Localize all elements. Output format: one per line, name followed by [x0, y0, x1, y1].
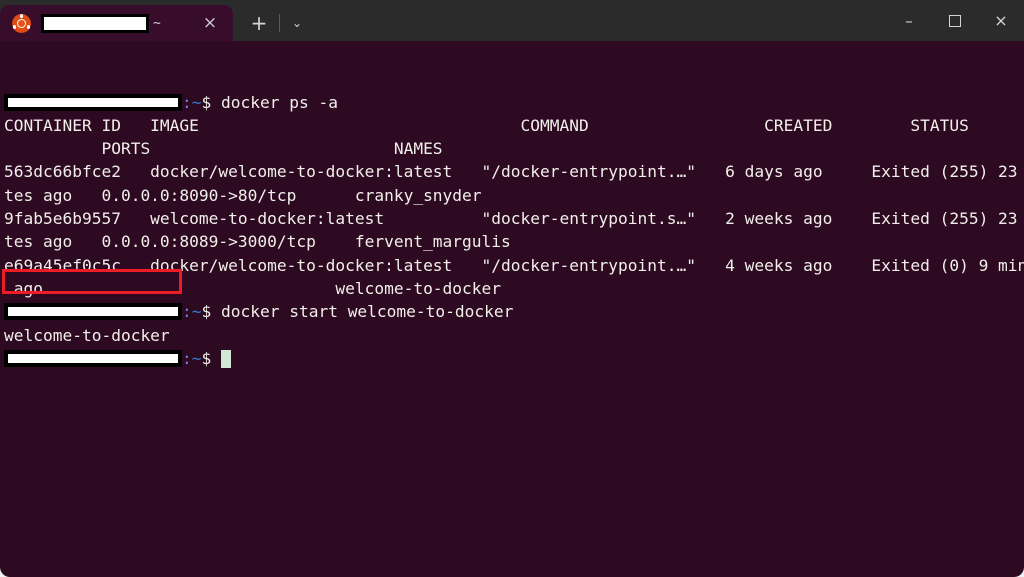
- terminal-output-line: 9fab5e6b9557 welcome-to-docker:latest "d…: [4, 207, 1024, 230]
- close-button[interactable]: ×: [978, 0, 1024, 41]
- terminal-prompt-line: :~$ docker start welcome-to-docker: [4, 300, 1024, 323]
- terminal-output-area[interactable]: :~$ docker ps -a CONTAINER ID IMAGE COMMA…: [0, 41, 1024, 440]
- prompt-user-redacted: [4, 93, 182, 111]
- terminal-tab[interactable]: ~ ×: [0, 5, 233, 41]
- terminal-output-line: e69a45ef0c5c docker/welcome-to-docker:la…: [4, 254, 1024, 277]
- window-titlebar[interactable]: ~ × + ⌄ – ×: [0, 0, 1024, 41]
- terminal-output-text: 9fab5e6b9557 welcome-to-docker:latest "d…: [4, 209, 1024, 229]
- prompt-sigil: $: [201, 348, 212, 368]
- prompt-colon: :: [182, 302, 192, 322]
- tab-title-suffix: ~: [153, 15, 161, 31]
- ubuntu-logo-icon: [12, 13, 31, 33]
- minimize-button[interactable]: –: [886, 0, 932, 41]
- terminal-output-text: tes ago 0.0.0.0:8089->3000/tcp fervent_m…: [4, 232, 511, 252]
- terminal-output-text: ago welcome-to-docker: [4, 278, 502, 298]
- tab-title-redacted: [41, 13, 149, 33]
- terminal-window: ~ × + ⌄ – × :~$ docker ps -a CONTAINER ID…: [0, 0, 1024, 577]
- prompt-user-redacted: [4, 303, 182, 321]
- maximize-icon: [949, 14, 961, 27]
- prompt-path: ~: [191, 348, 202, 368]
- new-tab-button[interactable]: +: [239, 5, 279, 41]
- prompt-sigil: $: [201, 302, 212, 322]
- maximize-button[interactable]: [932, 0, 978, 41]
- terminal-lines: :~$ docker ps -a CONTAINER ID IMAGE COMMA…: [4, 91, 1024, 371]
- terminal-output-line: 563dc66bfce2 docker/welcome-to-docker:la…: [4, 160, 1024, 183]
- terminal-prompt-line: :~$ docker ps -a: [4, 91, 1024, 114]
- terminal-output-text: CONTAINER ID IMAGE COMMAND CREATED STATU…: [4, 115, 969, 135]
- terminal-prompt-line: :~$: [4, 347, 1024, 370]
- terminal-command-text: docker ps -a: [211, 92, 338, 112]
- prompt-path: ~: [191, 92, 202, 112]
- highlighted-output-text: welcome-to-docker: [4, 325, 170, 345]
- terminal-command-text: docker start welcome-to-docker: [211, 302, 514, 322]
- terminal-cursor: [221, 349, 231, 368]
- prompt-colon: :: [182, 92, 192, 112]
- prompt-colon: :: [182, 348, 192, 368]
- tab-close-icon[interactable]: ×: [201, 14, 219, 32]
- terminal-output-text: 563dc66bfce2 docker/welcome-to-docker:la…: [4, 162, 1024, 182]
- terminal-output-line: tes ago 0.0.0.0:8089->3000/tcp fervent_m…: [4, 230, 1024, 253]
- window-controls: – ×: [886, 0, 1024, 41]
- terminal-command-text: [211, 349, 221, 368]
- close-icon: ×: [994, 11, 1008, 30]
- minimize-icon: –: [905, 11, 913, 30]
- terminal-output-line: ago welcome-to-docker: [4, 277, 1024, 300]
- terminal-output-line: CONTAINER ID IMAGE COMMAND CREATED STATU…: [4, 114, 1024, 137]
- terminal-output-text: PORTS NAMES: [4, 139, 443, 159]
- terminal-output-line: welcome-to-docker: [4, 324, 1024, 347]
- terminal-output-text: e69a45ef0c5c docker/welcome-to-docker:la…: [4, 255, 1024, 275]
- prompt-path: ~: [191, 302, 202, 322]
- terminal-output-text: tes ago 0.0.0.0:8090->80/tcp cranky_snyd…: [4, 185, 482, 205]
- prompt-sigil: $: [201, 92, 212, 112]
- prompt-user-redacted: [4, 349, 182, 367]
- terminal-output-line: PORTS NAMES: [4, 137, 1024, 160]
- terminal-output-line: tes ago 0.0.0.0:8090->80/tcp cranky_snyd…: [4, 184, 1024, 207]
- chevron-down-icon[interactable]: ⌄: [280, 5, 314, 41]
- window-bottom-edge: [0, 573, 1024, 577]
